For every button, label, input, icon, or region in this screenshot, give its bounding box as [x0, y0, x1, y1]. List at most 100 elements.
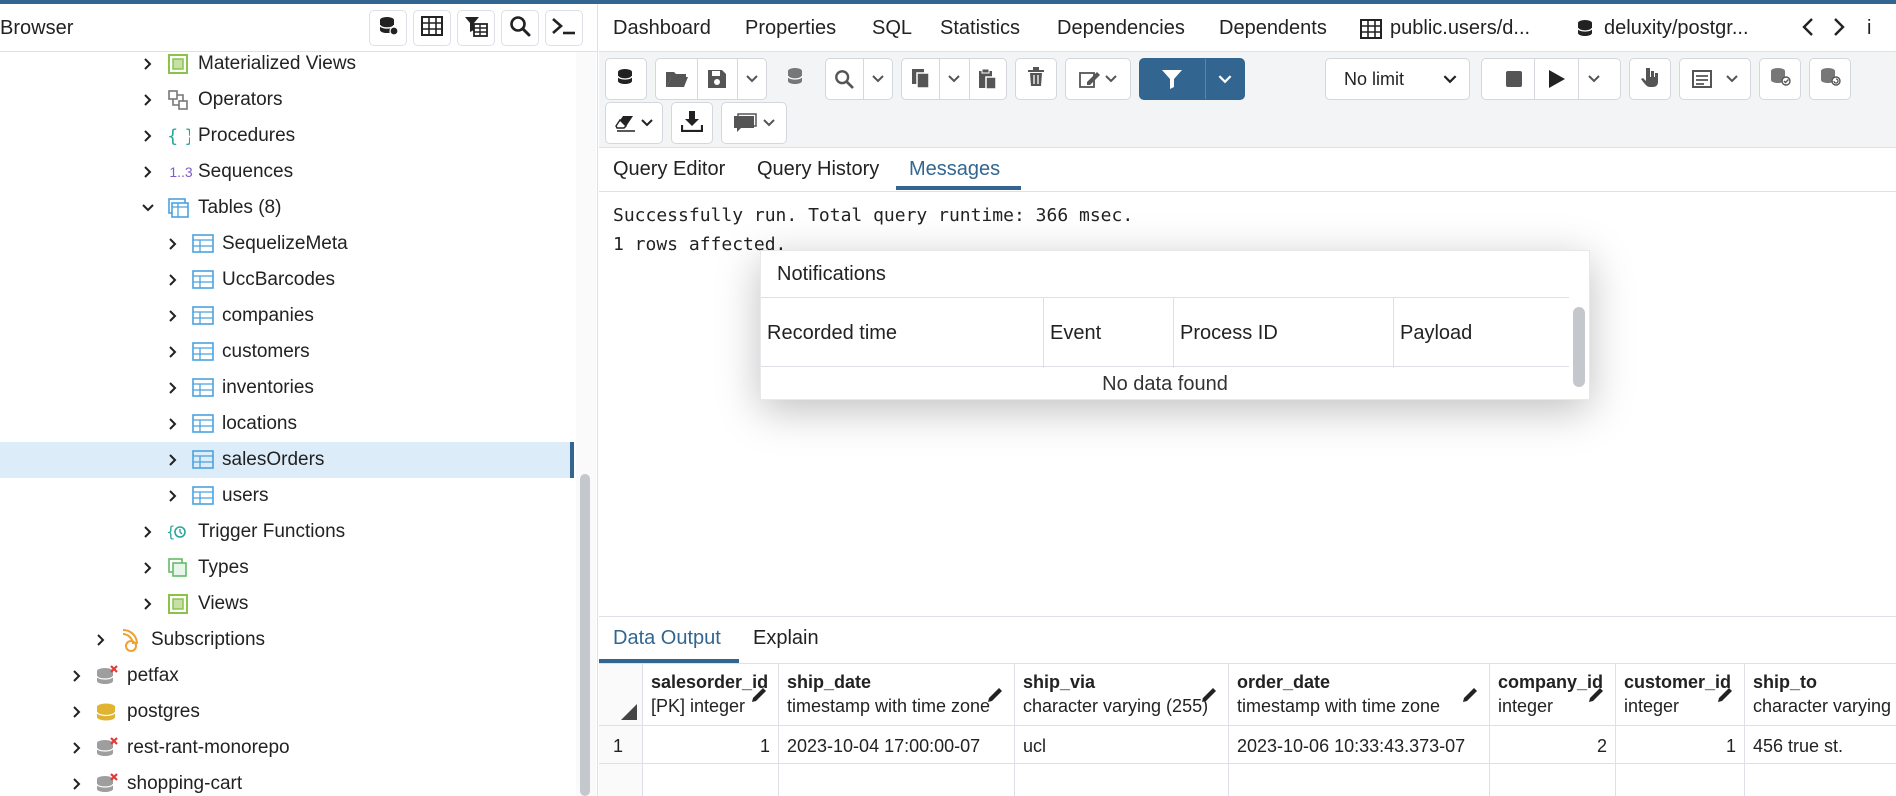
tab-messages[interactable]: Messages [909, 158, 1000, 181]
tree-item-table-companies[interactable]: companies [0, 298, 574, 334]
chevron-right-icon[interactable] [166, 453, 180, 467]
row-number-cell[interactable]: 1 [599, 726, 643, 764]
tree-item-procedures[interactable]: { } Procedures [0, 118, 574, 154]
column-header-salesorder-id[interactable]: salesorder_id [PK] integer [643, 664, 779, 726]
tree-item-trigger-functions[interactable]: { Trigger Functions [0, 514, 574, 550]
tab-view-data-users[interactable]: public.users/d... [1360, 17, 1530, 40]
tree-item-operators[interactable]: Operators [0, 82, 574, 118]
tab-explain[interactable]: Explain [753, 627, 819, 650]
column-header-payload[interactable]: Payload [1394, 298, 1569, 368]
tree-item-subscriptions[interactable]: Subscriptions [0, 622, 574, 658]
column-header-process-id[interactable]: Process ID [1174, 298, 1394, 368]
clear-group[interactable] [605, 102, 663, 144]
chevron-right-icon[interactable] [70, 777, 84, 791]
download-button[interactable] [671, 102, 713, 144]
view-data-button[interactable] [413, 10, 451, 46]
tree-item-table-inventories[interactable]: inventories [0, 370, 574, 406]
chevron-right-icon[interactable] [70, 705, 84, 719]
chevron-right-icon[interactable] [70, 741, 84, 755]
tab-dashboard[interactable]: Dashboard [613, 17, 711, 40]
column-header-order-date[interactable]: order_date timestamp with time zone [1229, 664, 1490, 726]
copy-options-dropdown[interactable] [939, 59, 968, 99]
execute-button[interactable] [1534, 59, 1578, 99]
tree-item-table-locations[interactable]: locations [0, 406, 574, 442]
tab-sql[interactable]: SQL [872, 17, 912, 40]
find-button[interactable] [826, 69, 863, 89]
macros-group[interactable] [721, 102, 787, 144]
filter-options-dropdown[interactable] [1204, 59, 1244, 99]
tree-scrollbar-thumb[interactable] [580, 474, 590, 796]
execute-options-dropdown[interactable] [1578, 59, 1608, 99]
tab-overflow-partial[interactable]: i [1867, 17, 1871, 40]
table-cell[interactable]: ucl [1015, 726, 1229, 764]
table-cell[interactable]: 2 [1490, 726, 1616, 764]
query-tool-button[interactable] [369, 10, 407, 46]
explain-analyze-group[interactable] [1679, 58, 1751, 100]
table-cell[interactable]: 1 [643, 726, 779, 764]
chevron-right-icon[interactable] [166, 381, 180, 395]
tree-item-tables[interactable]: Tables (8) [0, 190, 574, 226]
column-header-event[interactable]: Event [1044, 298, 1174, 368]
chevron-right-icon[interactable] [166, 417, 180, 431]
tab-query-editor[interactable]: Query Editor [613, 158, 725, 181]
save-file-button[interactable] [697, 59, 736, 99]
tab-properties[interactable]: Properties [745, 17, 836, 40]
tab-query-tool[interactable]: deluxity/postgr... [1576, 17, 1749, 40]
chevron-right-icon[interactable] [166, 345, 180, 359]
column-header-ship-date[interactable]: ship_date timestamp with time zone [779, 664, 1015, 726]
chevron-right-icon[interactable] [70, 669, 84, 683]
open-file-button[interactable] [656, 69, 697, 89]
chevron-right-icon[interactable] [141, 561, 155, 575]
chevron-right-icon[interactable] [94, 633, 108, 647]
chevron-right-icon[interactable] [141, 93, 155, 107]
filter-button[interactable] [1140, 68, 1205, 90]
find-options-dropdown[interactable] [862, 59, 892, 99]
tab-data-output[interactable]: Data Output [613, 627, 721, 650]
chevron-right-icon[interactable] [141, 57, 155, 71]
column-header-recorded-time[interactable]: Recorded time [761, 298, 1044, 368]
paste-button[interactable] [968, 59, 1006, 99]
save-options-dropdown[interactable] [736, 59, 766, 99]
tree-item-views[interactable]: Views [0, 586, 574, 622]
tab-dependencies[interactable]: Dependencies [1057, 17, 1185, 40]
copy-button[interactable] [902, 68, 939, 90]
tree-item-table-sequelizemeta[interactable]: SequelizeMeta [0, 226, 574, 262]
column-header-ship-via[interactable]: ship_via character varying (255) [1015, 664, 1229, 726]
chevron-right-icon[interactable] [141, 129, 155, 143]
tabs-scroll-right-button[interactable] [1832, 17, 1846, 37]
tree-item-materialized-views[interactable]: Materialized Views [0, 46, 574, 82]
tab-dependents[interactable]: Dependents [1219, 17, 1327, 40]
chevron-right-icon[interactable] [166, 309, 180, 323]
column-header-company-id[interactable]: company_id integer [1490, 664, 1616, 726]
query-tool-toggle-button[interactable] [605, 58, 647, 100]
tree-item-sequences[interactable]: 1..3 Sequences [0, 154, 574, 190]
row-limit-select[interactable]: No limit [1325, 58, 1470, 100]
column-header-ship-to[interactable]: ship_to character varying [1745, 664, 1896, 726]
chevron-right-icon[interactable] [141, 597, 155, 611]
search-objects-button[interactable] [501, 10, 539, 46]
notifications-scrollbar[interactable] [1573, 307, 1585, 387]
save-data-button[interactable] [775, 58, 817, 100]
chevron-right-icon[interactable] [166, 273, 180, 287]
table-cell[interactable]: 2023-10-06 10:33:43.373-07 [1229, 726, 1490, 764]
chevron-right-icon[interactable] [141, 525, 155, 539]
chevron-down-icon[interactable] [141, 201, 155, 215]
column-header-customer-id[interactable]: customer_id integer [1616, 664, 1745, 726]
tree-item-db-petfax[interactable]: petfax [0, 658, 574, 694]
psql-tool-button[interactable] [545, 10, 583, 46]
tree-item-db-shopping-cart[interactable]: shopping-cart [0, 766, 574, 796]
chevron-right-icon[interactable] [141, 165, 155, 179]
tree-item-table-salesorders[interactable]: salesOrders [0, 442, 574, 478]
stop-button[interactable] [1494, 71, 1534, 87]
commit-button[interactable] [1759, 58, 1801, 100]
tree-item-db-rest-rant-monorepo[interactable]: rest-rant-monorepo [0, 730, 574, 766]
tabs-scroll-left-button[interactable] [1801, 17, 1815, 37]
grid-select-all-corner[interactable] [599, 664, 643, 726]
chevron-right-icon[interactable] [166, 237, 180, 251]
tree-item-table-uccbarcodes[interactable]: UccBarcodes [0, 262, 574, 298]
rollback-button[interactable] [1809, 58, 1851, 100]
tree-item-table-users[interactable]: users [0, 478, 574, 514]
table-cell[interactable]: 1 [1616, 726, 1745, 764]
tree-item-table-customers[interactable]: customers [0, 334, 574, 370]
edit-group[interactable] [1065, 58, 1131, 100]
